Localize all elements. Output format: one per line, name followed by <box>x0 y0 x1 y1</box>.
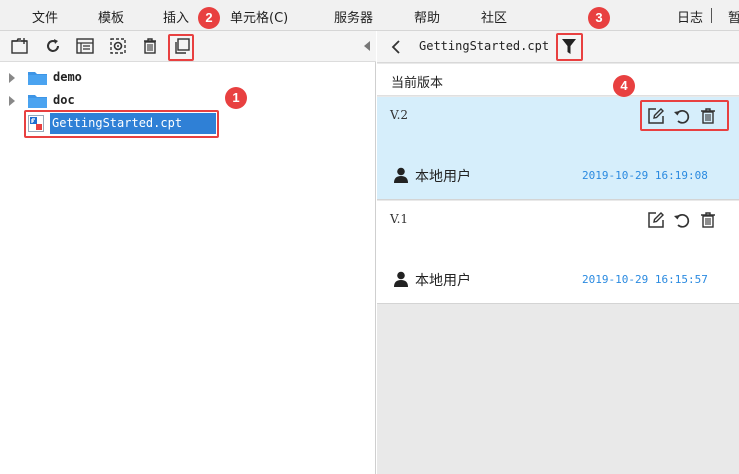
menu-help[interactable]: 帮助 <box>414 7 440 26</box>
tree-folder-row[interactable]: doc <box>0 90 376 112</box>
folder-label: doc <box>53 93 75 107</box>
version-panel: GettingStarted.cpt 当前版本 V.2 本地用户 2019-10… <box>377 31 739 474</box>
delete-icon[interactable] <box>140 36 160 56</box>
menu-cell[interactable]: 单元格(C) <box>230 7 288 26</box>
restore-icon[interactable] <box>673 211 691 229</box>
menu-bar: 文件 模板 插入 单元格(C) 服务器 帮助 社区 日志 暂 <box>0 0 739 31</box>
menu-community[interactable]: 社区 <box>481 7 507 26</box>
callout-box-copy <box>168 34 194 61</box>
delete-icon[interactable] <box>699 211 717 229</box>
version-label: V.1 <box>390 212 409 226</box>
expand-caret-icon[interactable] <box>9 96 15 106</box>
version-timestamp: 2019-10-29 16:19:08 <box>582 169 708 182</box>
edit-icon[interactable] <box>647 211 665 229</box>
menu-template[interactable]: 模板 <box>98 7 124 26</box>
menubar-divider <box>711 8 712 23</box>
folder-icon <box>28 95 47 108</box>
folder-label: demo <box>53 70 82 84</box>
callout-box-actions <box>640 100 729 131</box>
expand-caret-icon[interactable] <box>9 73 15 83</box>
menu-insert[interactable]: 插入 <box>163 7 189 26</box>
settings-gear-icon[interactable] <box>108 36 128 56</box>
file-info-icon[interactable] <box>75 36 95 56</box>
callout-badge: 3 <box>588 7 610 29</box>
back-arrow-icon[interactable] <box>390 40 402 54</box>
version-label: V.2 <box>390 108 409 122</box>
callout-badge: 1 <box>225 87 247 109</box>
user-icon <box>394 167 408 183</box>
version-timestamp: 2019-10-29 16:15:57 <box>582 273 708 286</box>
user-icon <box>394 271 408 287</box>
callout-badge: 4 <box>613 75 635 97</box>
menu-truncated[interactable]: 暂 <box>728 7 739 26</box>
menu-server[interactable]: 服务器 <box>334 7 373 26</box>
file-tree-panel: demo doc GettingStarted.cpt <box>0 31 376 474</box>
callout-box-filter <box>556 33 583 61</box>
version-actions <box>647 209 727 231</box>
menu-log[interactable]: 日志 <box>677 7 703 26</box>
callout-box-file <box>24 110 219 138</box>
version-file-title: GettingStarted.cpt <box>419 39 550 53</box>
refresh-icon[interactable] <box>43 36 63 56</box>
folder-icon <box>28 72 47 85</box>
new-folder-icon[interactable] <box>10 36 30 56</box>
callout-badge: 2 <box>198 7 220 29</box>
tree-folder-row[interactable]: demo <box>0 67 376 89</box>
menu-file[interactable]: 文件 <box>32 7 58 26</box>
collapse-panel-icon[interactable] <box>364 41 370 51</box>
version-user: 本地用户 <box>415 273 471 289</box>
version-card[interactable]: V.1 本地用户 2019-10-29 16:15:57 <box>377 201 739 304</box>
current-version-heading: 当前版本 <box>377 64 739 96</box>
version-user: 本地用户 <box>415 169 471 185</box>
